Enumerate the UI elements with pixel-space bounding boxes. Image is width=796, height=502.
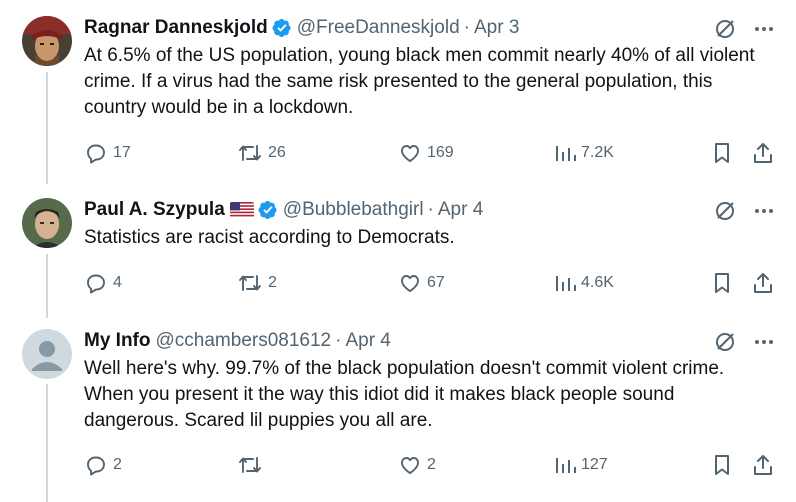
tweet[interactable]: My Info @cchambers081612 · Apr 4 Well he…: [0, 329, 796, 489]
tweet-top-icons: [714, 200, 774, 222]
bookmark-icon: [715, 455, 729, 475]
avatar[interactable]: [22, 198, 72, 248]
like-button[interactable]: 169: [398, 141, 454, 165]
separator-dot: ·: [427, 199, 434, 220]
share-button[interactable]: [752, 453, 774, 477]
like-button[interactable]: 67: [398, 271, 445, 295]
tweet-header: Ragnar Danneskjold @FreeDanneskjold · Ap…: [84, 16, 519, 40]
bookmark-button[interactable]: [712, 453, 732, 477]
us-flag-icon: [229, 202, 254, 218]
more-options-icon[interactable]: [754, 339, 774, 345]
reply-button[interactable]: 4: [84, 271, 122, 295]
repost-count: 26: [268, 144, 286, 161]
reply-count: 2: [113, 456, 122, 473]
verified-badge-icon: [272, 19, 291, 37]
share-button[interactable]: [752, 271, 774, 295]
analytics-icon: [556, 276, 576, 291]
repost-button[interactable]: 26: [237, 141, 286, 165]
views-button[interactable]: 4.6K: [554, 271, 614, 295]
reply-count: 4: [113, 274, 122, 291]
tweet-top-icons: [714, 18, 774, 40]
tweet-date[interactable]: Apr 3: [474, 17, 519, 39]
tweet-top-icons: [714, 331, 774, 353]
repost-icon: [239, 275, 261, 291]
reply-icon: [87, 274, 105, 294]
heart-icon: [401, 457, 419, 474]
tweet[interactable]: Paul A. Szypula @Bubblebathgirl · Apr 4 …: [0, 198, 796, 298]
tweet-header: My Info @cchambers081612 · Apr 4: [84, 329, 391, 353]
tweet-actions: 2 2 127: [84, 453, 784, 479]
like-button[interactable]: 2: [398, 453, 436, 477]
tweet[interactable]: Ragnar Danneskjold @FreeDanneskjold · Ap…: [0, 16, 796, 176]
grok-icon[interactable]: [714, 331, 736, 353]
analytics-icon: [556, 146, 576, 161]
more-options-icon[interactable]: [754, 208, 774, 214]
bookmark-icon: [715, 273, 729, 293]
like-count: 67: [427, 274, 445, 291]
repost-count: 2: [268, 274, 277, 291]
grok-icon[interactable]: [714, 18, 736, 40]
separator-dot: ·: [335, 330, 342, 351]
tweet-text: Well here's why. 99.7% of the black popu…: [84, 358, 725, 431]
bookmark-button[interactable]: [712, 141, 732, 165]
tweet-actions: 17 26 169 7.2K: [84, 141, 784, 167]
reply-button[interactable]: 2: [84, 453, 122, 477]
view-count: 7.2K: [581, 144, 614, 161]
tweet-date[interactable]: Apr 4: [345, 330, 390, 352]
views-button[interactable]: 127: [554, 453, 608, 477]
repost-icon: [239, 457, 261, 473]
bookmark-icon: [715, 143, 729, 163]
author-handle[interactable]: @Bubblebathgirl: [283, 199, 424, 221]
grok-icon[interactable]: [714, 200, 736, 222]
heart-icon: [401, 275, 419, 292]
more-options-icon[interactable]: [754, 26, 774, 32]
share-icon: [754, 273, 772, 293]
avatar[interactable]: [22, 329, 72, 379]
view-count: 4.6K: [581, 274, 614, 291]
repost-button[interactable]: [237, 453, 268, 477]
repost-icon: [239, 145, 261, 161]
avatar[interactable]: [22, 16, 72, 66]
view-count: 127: [581, 456, 608, 473]
views-button[interactable]: 7.2K: [554, 141, 614, 165]
tweet-actions: 4 2 67 4.6K: [84, 271, 784, 297]
analytics-icon: [556, 458, 576, 473]
verified-badge-icon: [258, 201, 277, 219]
share-button[interactable]: [752, 141, 774, 165]
share-icon: [754, 143, 772, 163]
reply-count: 17: [113, 144, 131, 161]
tweet-date[interactable]: Apr 4: [438, 199, 483, 221]
author-handle[interactable]: @FreeDanneskjold: [297, 17, 460, 39]
author-handle[interactable]: @cchambers081612: [156, 330, 332, 352]
tweet-text: Statistics are racist according to Democ…: [84, 227, 455, 248]
reply-icon: [87, 144, 105, 164]
heart-icon: [401, 145, 419, 162]
bookmark-button[interactable]: [712, 271, 732, 295]
share-icon: [754, 455, 772, 475]
author-name[interactable]: Ragnar Danneskjold: [84, 17, 268, 39]
like-count: 169: [427, 144, 454, 161]
separator-dot: ·: [463, 17, 470, 38]
like-count: 2: [427, 456, 436, 473]
author-name[interactable]: Paul A. Szypula: [84, 199, 225, 221]
author-name[interactable]: My Info: [84, 330, 151, 352]
reply-button[interactable]: 17: [84, 141, 131, 165]
tweet-header: Paul A. Szypula @Bubblebathgirl · Apr 4: [84, 198, 483, 222]
repost-button[interactable]: 2: [237, 271, 277, 295]
reply-icon: [87, 456, 105, 476]
tweet-text: At 6.5% of the US population, young blac…: [84, 45, 755, 118]
